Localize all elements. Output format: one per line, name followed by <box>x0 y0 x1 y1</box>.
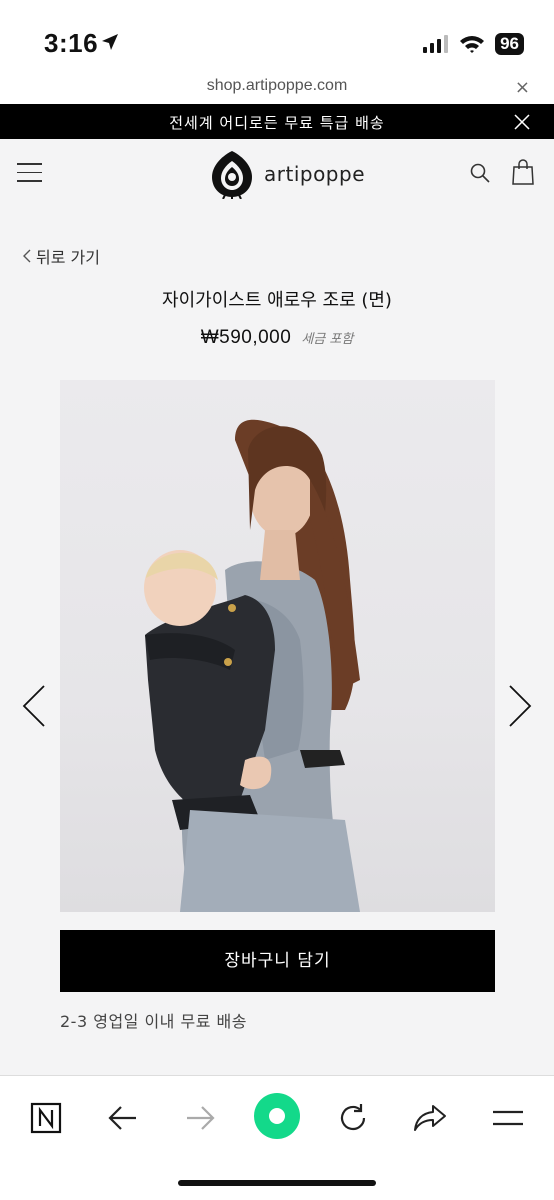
shipping-note: 2-3 영업일 이내 무료 배송 <box>60 1012 247 1031</box>
back-arrow-icon[interactable] <box>101 1096 145 1140</box>
status-time: 3:16 <box>44 28 99 58</box>
carousel-next-icon[interactable] <box>508 684 532 728</box>
signal-icon <box>423 35 449 53</box>
share-icon[interactable] <box>408 1096 452 1140</box>
back-link[interactable]: 뒤로 가기 <box>22 244 100 268</box>
close-icon[interactable]: × <box>515 77 530 98</box>
artipoppe-logo-icon <box>212 151 252 199</box>
product-price: ₩590,000 <box>200 327 292 348</box>
product-image[interactable] <box>60 380 495 912</box>
product-photo <box>144 419 360 912</box>
site-header: artipoppe <box>0 139 554 209</box>
url-text[interactable]: shop.artipoppe.com <box>0 77 554 95</box>
browser-url-bar[interactable]: shop.artipoppe.com × <box>0 72 554 104</box>
forward-arrow-icon[interactable] <box>178 1096 222 1140</box>
status-indicators: 96 <box>423 33 524 55</box>
status-bar: 3:16 96 <box>0 0 554 72</box>
home-indicator <box>178 1180 376 1186</box>
hamburger-menu-icon[interactable] <box>17 163 42 189</box>
carousel-prev-icon[interactable] <box>22 684 46 728</box>
brand-logo[interactable]: artipoppe <box>210 149 365 199</box>
add-to-cart-button[interactable]: 장바구니 담기 <box>60 930 495 992</box>
reload-icon[interactable] <box>331 1096 375 1140</box>
menu-icon[interactable] <box>486 1096 530 1140</box>
announcement-bar: 전세계 어디로든 무료 특급 배송 <box>0 104 554 139</box>
brand-name: artipoppe <box>264 162 366 186</box>
price-row: ₩590,000 세금 포함 <box>0 327 554 349</box>
record-icon[interactable] <box>254 1093 300 1139</box>
back-link-label: 뒤로 가기 <box>36 248 100 267</box>
tax-note: 세금 포함 <box>301 332 354 347</box>
wifi-icon <box>460 36 485 53</box>
chevron-left-icon <box>23 249 31 263</box>
battery-indicator: 96 <box>495 33 524 55</box>
product-title: 자이가이스트 애로우 조로 (면) <box>162 290 392 311</box>
announcement-text: 전세계 어디로든 무료 특급 배송 <box>169 114 385 132</box>
shopping-bag-icon[interactable] <box>512 159 534 185</box>
search-icon[interactable] <box>470 163 490 183</box>
notion-icon[interactable] <box>24 1096 68 1140</box>
close-icon[interactable] <box>514 114 530 130</box>
location-arrow-icon <box>102 34 118 50</box>
